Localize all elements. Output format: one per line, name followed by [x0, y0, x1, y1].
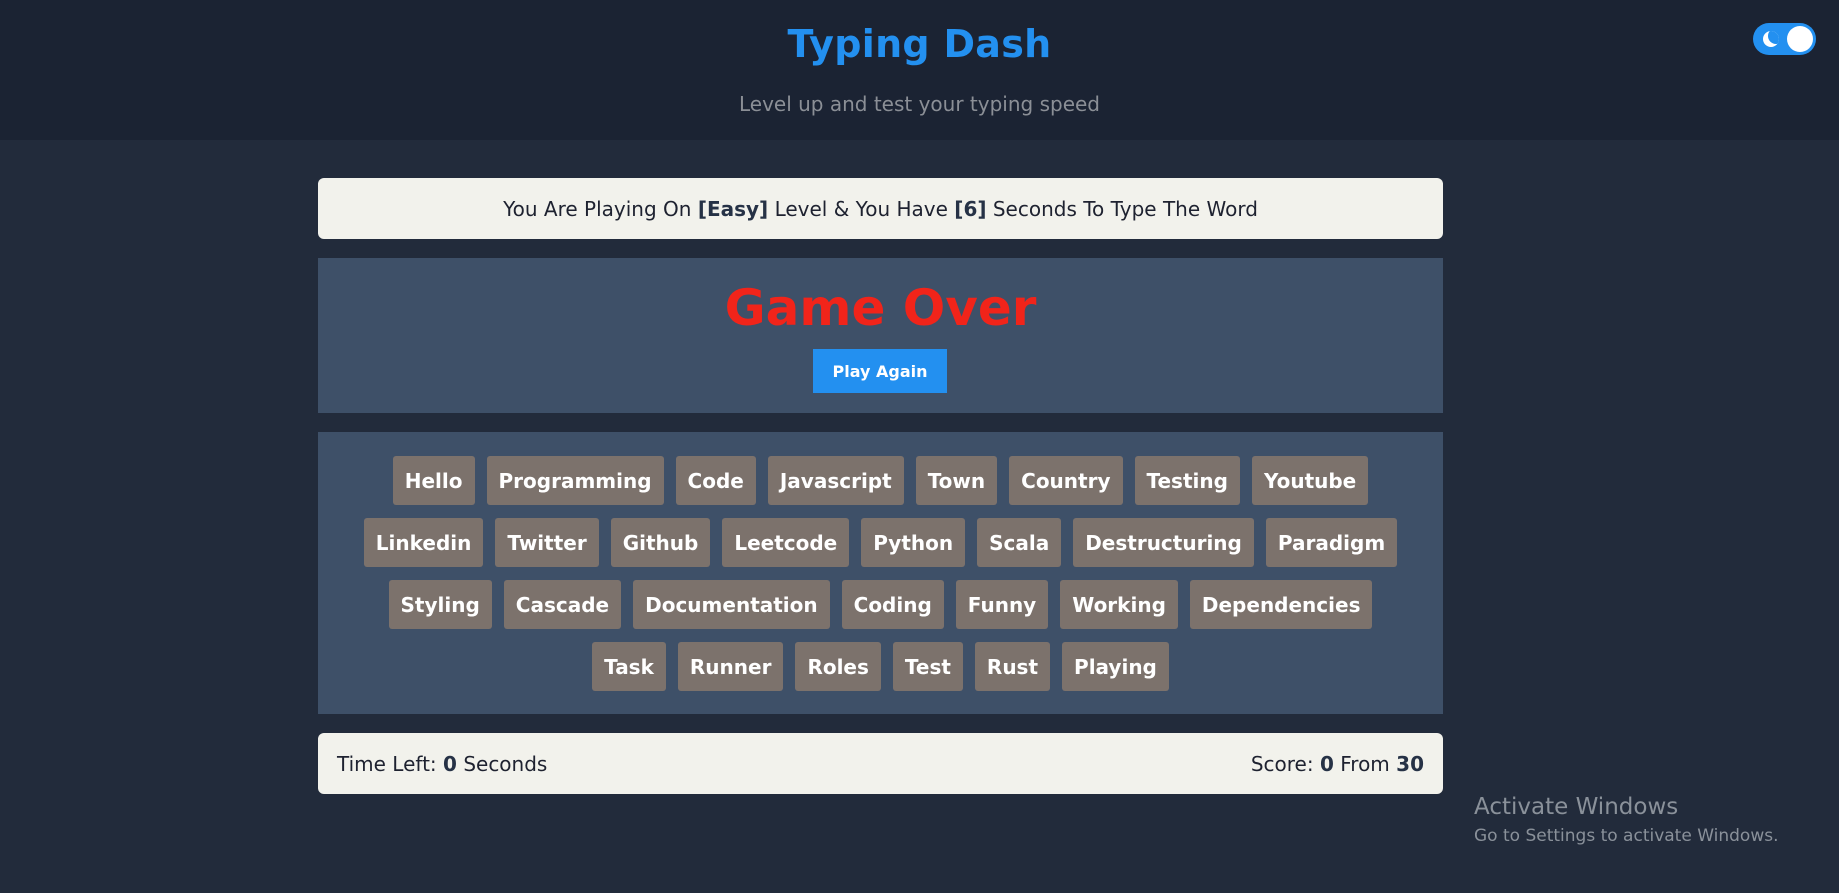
word-chip: Town [915, 456, 998, 505]
message-prefix: You Are Playing On [503, 196, 692, 221]
time-unit: Seconds [463, 751, 548, 776]
score-total: 30 [1396, 751, 1424, 776]
word-chip: Playing [1062, 642, 1169, 691]
word-chip: Scala [977, 518, 1062, 567]
score: Score: 0 From 30 [1251, 752, 1424, 776]
word-chip: Roles [795, 642, 881, 691]
moon-icon [1763, 31, 1779, 47]
level-message: You Are Playing On [Easy] Level & You Ha… [318, 178, 1443, 239]
word-chip: Github [610, 518, 711, 567]
word-chip: Cascade [503, 580, 622, 629]
word-chip: Styling [388, 580, 492, 629]
word-chip: Linkedin [363, 518, 484, 567]
word-chip: Dependencies [1189, 580, 1373, 629]
score-value: 0 [1319, 751, 1334, 776]
app-title: Typing Dash [787, 22, 1052, 66]
word-chip: Funny [955, 580, 1049, 629]
word-chip: Working [1060, 580, 1178, 629]
word-chip: Leetcode [722, 518, 850, 567]
word-chip: Documentation [633, 580, 830, 629]
word-chip: Rust [974, 642, 1051, 691]
word-chip: Coding [841, 580, 944, 629]
game-panel: Game Over Play Again [318, 258, 1443, 413]
word-chip: Twitter [495, 518, 599, 567]
word-chip: Youtube [1251, 456, 1369, 505]
play-again-button[interactable]: Play Again [813, 349, 947, 393]
word-chip: Runner [677, 642, 784, 691]
upcoming-words: Hello Programming Code Javascript Town Countr… [318, 432, 1443, 714]
word-chip: Task [592, 642, 666, 691]
watermark-subtitle: Go to Settings to activate Windows. [1474, 826, 1779, 846]
time-value: 0 [443, 751, 457, 776]
word-chip: Country [1009, 456, 1123, 505]
message-suffix: Seconds To Type The Word [992, 196, 1258, 221]
word-chip: Testing [1134, 456, 1240, 505]
control-bar: Time Left: 0 Seconds Score: 0 From 30 [318, 733, 1443, 794]
time-label: Time Left: [337, 751, 437, 776]
message-middle: Level & You Have [774, 196, 948, 221]
word-chip: Paradigm [1265, 518, 1398, 567]
word-chip: Code [675, 456, 756, 505]
word-chip: Destructuring [1073, 518, 1254, 567]
word-chip: Javascript [767, 456, 904, 505]
game-container: You Are Playing On [Easy] Level & You Ha… [318, 178, 1443, 794]
level-seconds: [6] [954, 196, 987, 221]
toggle-knob [1787, 26, 1813, 52]
word-chip: Python [861, 518, 966, 567]
game-over-text: Game Over [724, 279, 1037, 337]
score-from-label: From [1340, 751, 1390, 776]
watermark-title: Activate Windows [1474, 794, 1679, 820]
theme-toggle[interactable] [1753, 23, 1816, 55]
header: Typing Dash Level up and test your typin… [0, 0, 1839, 140]
word-chip: Hello [392, 456, 475, 505]
word-chip: Test [892, 642, 963, 691]
score-label: Score: [1250, 751, 1314, 776]
time-left: Time Left: 0 Seconds [337, 752, 547, 776]
app-subtitle: Level up and test your typing speed [738, 92, 1101, 116]
level-name: [Easy] [697, 196, 769, 221]
word-chip: Programming [486, 456, 664, 505]
activate-windows-watermark: Activate Windows Go to Settings to activ… [1474, 794, 1779, 846]
